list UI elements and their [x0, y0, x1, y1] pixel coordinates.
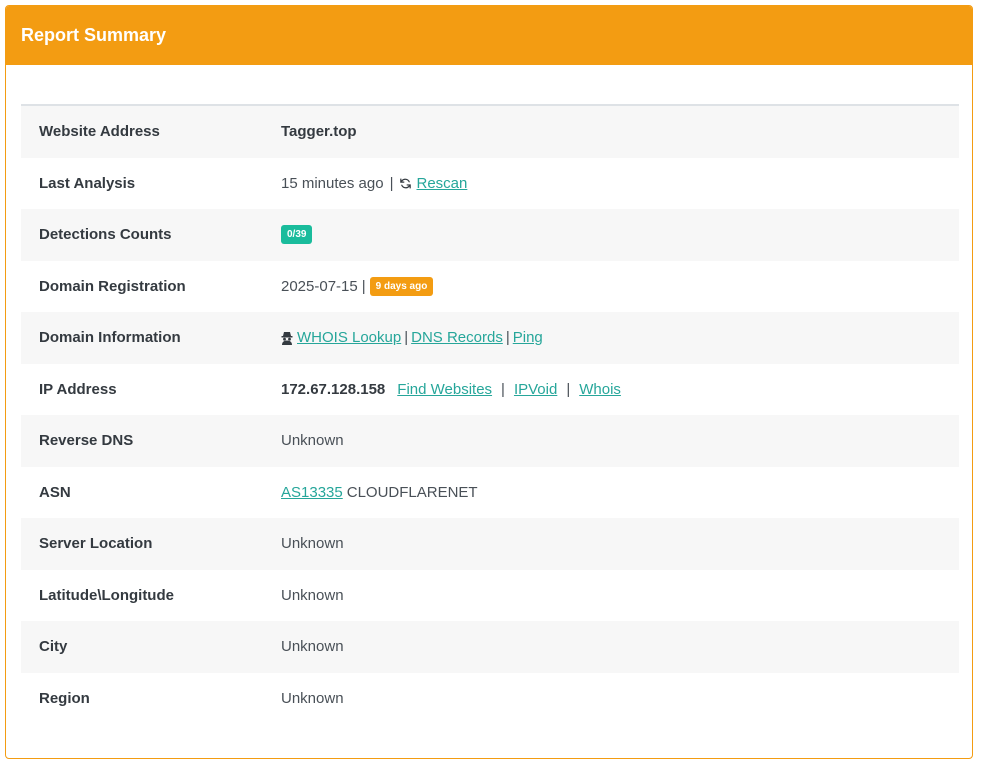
ping-link[interactable]: Ping [513, 329, 543, 346]
row-value: Unknown [281, 535, 959, 552]
table-row-website: Website Address Tagger.top [21, 106, 959, 158]
rescan-link[interactable]: Rescan [416, 175, 467, 192]
row-value: WHOIS Lookup | DNS Records | Ping [281, 329, 959, 346]
registration-date: 2025-07-15 [281, 277, 358, 295]
row-value: AS13335 CLOUDFLARENET [281, 484, 959, 501]
city-value: Unknown [281, 638, 344, 656]
row-label: Reverse DNS [39, 432, 134, 450]
table-row-reverse-dns: Reverse DNS Unknown [21, 415, 959, 467]
last-analysis-time: 15 minutes ago [281, 174, 384, 192]
table-row-detections: Detections Counts 0/39 [21, 209, 959, 261]
refresh-icon [399, 177, 412, 190]
table-row-asn: ASN AS13335 CLOUDFLARENET [21, 466, 959, 518]
whois-link[interactable]: Whois [579, 381, 621, 398]
row-label: Region [39, 689, 90, 707]
row-label: Domain Registration [39, 277, 186, 295]
spy-icon [281, 331, 293, 345]
summary-table: Website Address Tagger.top Last Analysis… [21, 104, 959, 724]
card-title: Report Summary [21, 25, 167, 45]
whois-lookup-link[interactable]: WHOIS Lookup [297, 329, 401, 346]
find-websites-link[interactable]: Find Websites [397, 381, 492, 398]
report-summary-card: Report Summary Website Address Tagger.to… [5, 5, 973, 759]
row-value: Unknown [281, 587, 959, 604]
reverse-dns-value: Unknown [281, 432, 344, 450]
row-value: 172.67.128.158 Find Websites | IPVoid | … [281, 381, 959, 398]
separator: | [361, 277, 366, 295]
row-value: 15 minutes ago | Rescan [281, 175, 959, 192]
row-label: Last Analysis [39, 174, 136, 192]
region-value: Unknown [281, 689, 344, 707]
row-value: 2025-07-15 | 9 days ago [281, 276, 959, 296]
separator: | [505, 329, 510, 347]
card-header: Report Summary [6, 6, 972, 65]
table-row-registration: Domain Registration 2025-07-15 | 9 days … [21, 260, 959, 312]
row-label: ASN [39, 483, 71, 501]
asn-link[interactable]: AS13335 [281, 484, 343, 501]
dns-records-link[interactable]: DNS Records [411, 329, 503, 346]
table-row-city: City Unknown [21, 621, 959, 673]
row-value: Unknown [281, 432, 959, 449]
row-label: Domain Information [39, 329, 181, 347]
separator: | [501, 380, 505, 398]
server-location-value: Unknown [281, 535, 344, 553]
website-address: Tagger.top [281, 123, 357, 141]
row-value: Unknown [281, 690, 959, 707]
ipvoid-link[interactable]: IPVoid [514, 381, 557, 398]
asn-name: CLOUDFLARENET [346, 483, 478, 501]
ip-address: 172.67.128.158 [281, 380, 386, 398]
table-row-ip: IP Address 172.67.128.158 Find Websites … [21, 363, 959, 415]
row-value: Tagger.top [281, 123, 959, 140]
row-value: 0/39 [281, 225, 959, 245]
row-label: Detections Counts [39, 226, 172, 244]
latlong-value: Unknown [281, 586, 344, 604]
row-label: City [39, 638, 68, 656]
separator: | [566, 380, 571, 398]
table-row-last-analysis: Last Analysis 15 minutes ago | Rescan [21, 157, 959, 209]
table-row-server-location: Server Location Unknown [21, 518, 959, 570]
separator: | [404, 329, 409, 347]
row-label: IP Address [39, 380, 117, 398]
row-value: Unknown [281, 638, 959, 655]
table-row-latlong: Latitude\Longitude Unknown [21, 569, 959, 621]
detections-badge: 0/39 [281, 225, 313, 245]
row-label: Server Location [39, 535, 153, 553]
table-row-domain-info: Domain Information WHOIS Lookup | DNS Re… [21, 312, 959, 364]
age-badge: 9 days ago [369, 276, 434, 296]
row-label: Latitude\Longitude [39, 586, 174, 604]
row-label: Website Address [39, 123, 160, 141]
separator: | [389, 174, 394, 192]
table-row-region: Region Unknown [21, 672, 959, 724]
